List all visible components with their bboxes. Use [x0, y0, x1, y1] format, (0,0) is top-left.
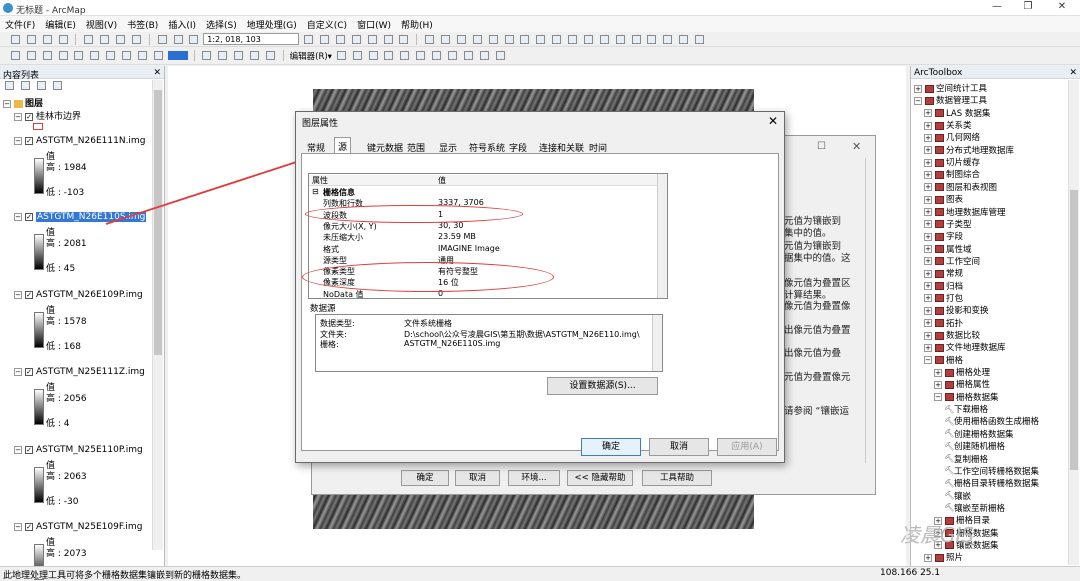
property-value: 23.59 MB	[438, 232, 476, 242]
watermark-text: 凌晨GIS	[900, 523, 975, 547]
col-value-header: 值	[438, 176, 446, 185]
tab-3[interactable]: 范围	[404, 139, 428, 154]
datasource-scrollbar[interactable]	[652, 315, 662, 371]
source-tab-panel: 属性 值 ⊟ 栅格信息 列数和行数 3337, 3706 波段数 1 像元大小(X, Y)…	[301, 153, 779, 451]
datasource-value: ASTGTM_N26E110S.img	[404, 339, 501, 348]
tab-8[interactable]: 时间	[586, 139, 610, 154]
coordinates-readout: 108.166 25.1	[880, 568, 941, 578]
highlight-pixel-type	[302, 262, 554, 292]
table-header: 属性 值	[309, 175, 659, 186]
tab-2[interactable]: 键元数据	[364, 139, 406, 154]
datasource-box: 数据类型: 文件系统栅格文件夹: D:\school\公众号凌晨GIS\第五期\数据…	[315, 314, 663, 372]
close-icon[interactable]: ✕	[768, 114, 778, 128]
tab-6[interactable]: 字段	[506, 139, 530, 154]
property-row: ⊟ 栅格信息	[309, 187, 659, 198]
table-scrollbar[interactable]	[657, 174, 667, 298]
property-value: IMAGINE Image	[438, 243, 500, 253]
status-message: 此地理处理工具可将多个栅格数据集镶嵌到新的栅格数据集。	[3, 571, 247, 581]
highlight-band-count	[305, 205, 523, 223]
datasource-label: 数据源	[310, 304, 336, 314]
datasource-value: D:\school\公众号凌晨GIS\第五期\数据\ASTGTM_N26E110…	[404, 329, 640, 339]
dialog-title: 图层属性	[302, 119, 339, 129]
col-property-header: 属性	[312, 176, 328, 185]
status-bar: 此地理处理工具可将多个栅格数据集镶嵌到新的栅格数据集。 108.166 25.1	[0, 566, 1080, 581]
tab-0[interactable]: 常规	[304, 139, 328, 154]
set-datasource-button[interactable]: 设置数据源(S)...	[547, 377, 658, 395]
property-key: 格式	[323, 244, 339, 254]
datasource-key: 数据类型:	[320, 319, 355, 328]
property-row: 像元大小(X, Y) 30, 30	[309, 221, 659, 232]
property-key: NoData 值	[323, 289, 364, 299]
collapse-icon[interactable]: ⊟	[312, 187, 319, 196]
apply-button[interactable]: 应用(A)	[717, 438, 777, 456]
property-key: 未压缩大小	[323, 233, 363, 243]
tab-4[interactable]: 显示	[436, 139, 460, 154]
property-row: 格式 IMAGINE Image	[309, 244, 659, 255]
datasource-key: 栅格:	[320, 340, 339, 349]
tab-1[interactable]: 源	[334, 137, 352, 154]
property-row: 未压缩大小 23.59 MB	[309, 232, 659, 243]
property-key: 像元大小(X, Y)	[323, 221, 377, 231]
datasource-value: 文件系统栅格	[404, 319, 452, 328]
tab-5[interactable]: 符号系统	[466, 139, 508, 154]
ok-button[interactable]: 确定	[581, 438, 641, 456]
property-key: 栅格信息	[323, 188, 355, 197]
datasource-key: 文件夹:	[320, 329, 347, 339]
tab-7[interactable]: 连接和关联	[536, 139, 587, 154]
property-key: 源类型	[323, 255, 347, 265]
cancel-button[interactable]: 取消	[649, 438, 709, 456]
